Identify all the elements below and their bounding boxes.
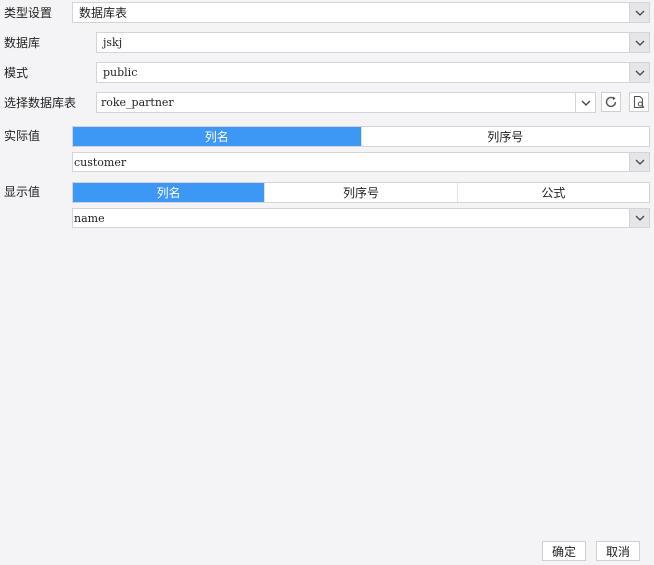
refresh-button[interactable] (601, 92, 621, 112)
chevron-down-icon[interactable] (629, 63, 649, 82)
database-label: 数据库 (4, 36, 41, 50)
actual-column-select[interactable]: customer (72, 152, 650, 172)
type-setting-select[interactable]: 数据库表 (72, 2, 650, 23)
display-value-label: 显示值 (4, 185, 41, 199)
display-column-select[interactable]: name (72, 208, 650, 228)
actual-value-tabs: 列名 列序号 (72, 126, 650, 147)
cancel-button[interactable]: 取消 (596, 541, 640, 561)
type-setting-value: 数据库表 (79, 6, 128, 20)
actual-value-label: 实际值 (4, 129, 41, 143)
chevron-down-icon[interactable] (629, 209, 649, 227)
database-select[interactable]: jskj (96, 32, 650, 53)
display-tab-column-name[interactable]: 列名 (73, 183, 265, 202)
actual-tab-column-index[interactable]: 列序号 (360, 127, 650, 146)
actual-column-value: customer (74, 155, 127, 169)
ok-button[interactable]: 确定 (542, 541, 586, 561)
chevron-down-icon[interactable] (629, 153, 649, 171)
actual-tab-column-name[interactable]: 列名 (73, 127, 361, 146)
database-value: jskj (103, 36, 123, 49)
display-value-tabs: 列名 列序号 公式 (72, 182, 650, 203)
preview-icon (633, 95, 645, 109)
preview-button[interactable] (629, 92, 649, 112)
type-setting-label: 类型设置 (4, 6, 53, 20)
chevron-down-icon[interactable] (629, 33, 649, 52)
display-tab-formula[interactable]: 公式 (456, 183, 649, 202)
schema-value: public (103, 66, 138, 79)
table-label: 选择数据库表 (4, 96, 77, 110)
chevron-down-icon[interactable] (629, 3, 649, 22)
table-select[interactable]: roke_partner (96, 92, 596, 113)
display-column-value: name (74, 211, 105, 225)
refresh-icon (605, 96, 617, 108)
schema-label: 模式 (4, 66, 29, 80)
chevron-down-icon[interactable] (575, 93, 595, 112)
table-value: roke_partner (101, 96, 174, 109)
schema-select[interactable]: public (96, 62, 650, 83)
display-tab-column-index[interactable]: 列序号 (264, 183, 456, 202)
